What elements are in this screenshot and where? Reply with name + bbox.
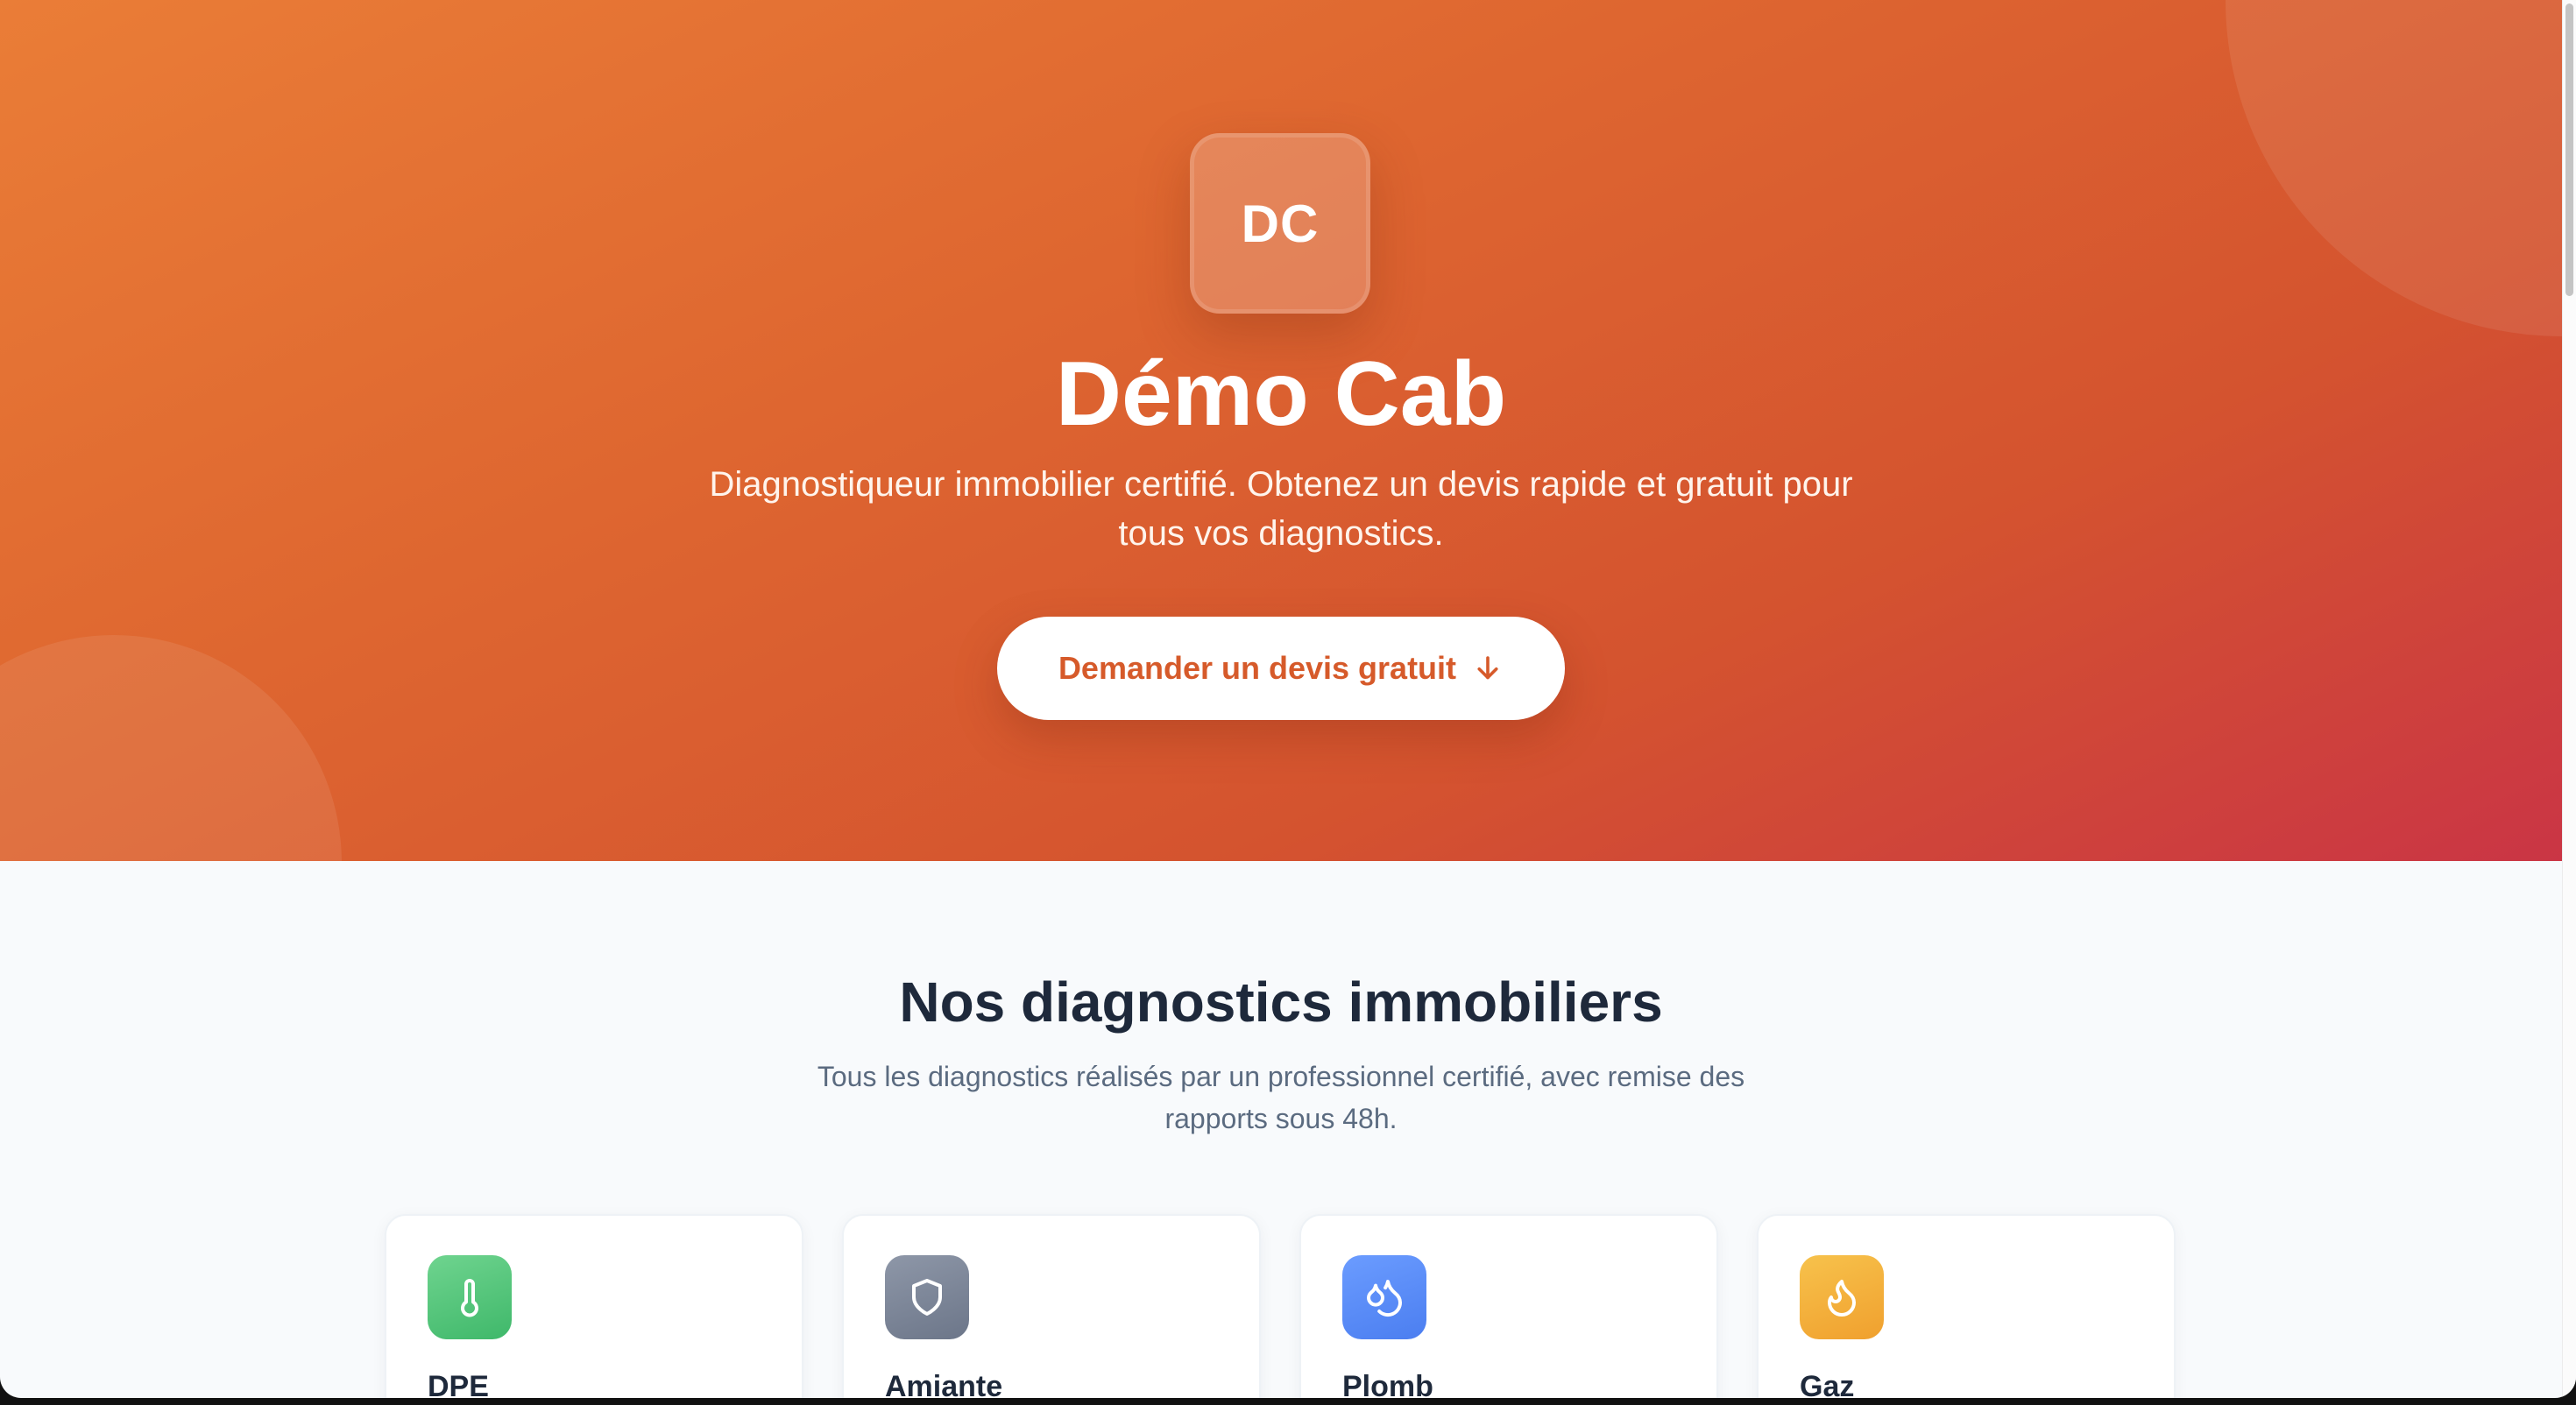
company-logo: DC xyxy=(1190,133,1370,314)
service-card-icon-tile xyxy=(1800,1255,1884,1339)
service-card-title: Plomb xyxy=(1342,1370,1433,1398)
shield-icon xyxy=(912,1279,942,1316)
service-card-gaz[interactable]: Gaz xyxy=(1757,1214,2176,1398)
service-card-icon-tile xyxy=(885,1255,969,1339)
service-card-title: Amiante xyxy=(885,1370,1003,1398)
hero-tagline: Diagnostiqueur immobilier certifié. Obte… xyxy=(709,465,1853,553)
service-card-plomb[interactable]: Plomb xyxy=(1299,1214,1718,1398)
services-card-grid: DPE Amiante Plomb Gaz xyxy=(385,1214,2177,1398)
decorative-circle-bottom-left xyxy=(0,635,342,861)
page-scrollbar[interactable] xyxy=(2562,0,2576,1398)
flame-icon xyxy=(1828,1280,1856,1317)
service-card-amiante[interactable]: Amiante xyxy=(842,1214,1261,1398)
droplets-icon xyxy=(1367,1280,1403,1317)
service-card-dpe[interactable]: DPE xyxy=(385,1214,803,1398)
request-quote-button-label: Demander un devis gratuit xyxy=(1058,650,1457,686)
hero-section: DC Démo Cab Diagnostiqueur immobilier ce… xyxy=(0,0,2562,861)
services-section-subtitle: Tous les diagnostics réalisés par un pro… xyxy=(817,1061,1745,1134)
services-section-title: Nos diagnostics immobiliers xyxy=(899,971,1663,1034)
page-viewport: DC Démo Cab Diagnostiqueur immobilier ce… xyxy=(0,0,2576,1398)
arrow-down-icon xyxy=(1477,656,1498,680)
service-card-title: Gaz xyxy=(1800,1370,1855,1398)
request-quote-button[interactable]: Demander un devis gratuit xyxy=(997,617,1565,720)
company-name-heading: Démo Cab xyxy=(1055,343,1507,445)
service-card-icon-tile xyxy=(1342,1255,1426,1339)
decorative-circle-top-right xyxy=(2226,0,2562,336)
scrollbar-thumb[interactable] xyxy=(2565,4,2573,296)
service-card-title: DPE xyxy=(428,1370,489,1398)
service-card-icon-tile xyxy=(428,1255,512,1339)
company-logo-initials: DC xyxy=(1241,194,1320,253)
thermometer-icon xyxy=(461,1279,478,1317)
